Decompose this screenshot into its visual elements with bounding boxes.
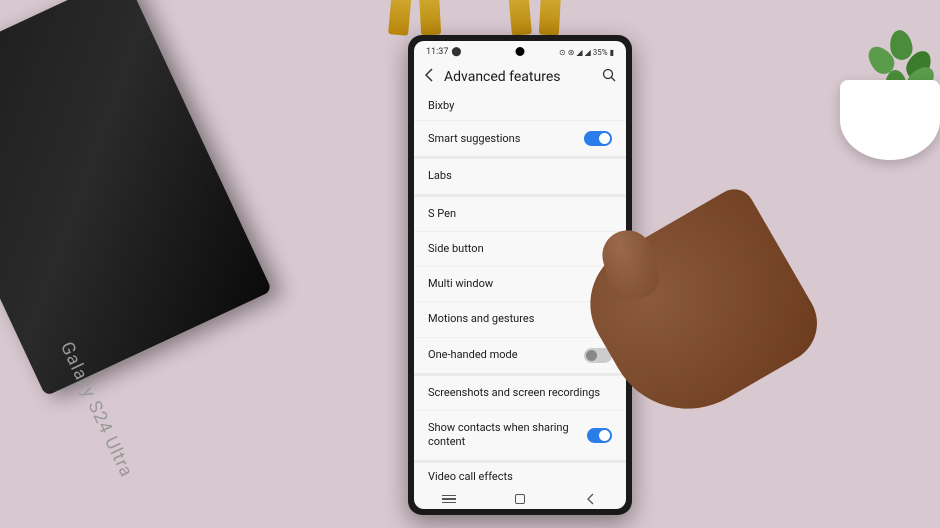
- setting-side-button[interactable]: Side button: [414, 232, 626, 267]
- audio-connector: [419, 0, 441, 35]
- signal-icon: ◢: [585, 48, 591, 57]
- navigation-bar: [414, 487, 626, 509]
- setting-smart-suggestions[interactable]: Smart suggestions: [414, 121, 626, 159]
- audio-connector: [388, 0, 412, 36]
- settings-header: Advanced features: [414, 61, 626, 92]
- setting-label: Bixby: [428, 99, 454, 113]
- audio-connector: [539, 0, 561, 35]
- search-button[interactable]: [602, 68, 616, 86]
- product-name: Galaxy S24 Ultra: [56, 339, 137, 481]
- setting-labs[interactable]: Labs: [414, 159, 626, 196]
- plant-decoration: [840, 20, 940, 160]
- setting-label: Smart suggestions: [428, 132, 520, 146]
- back-nav-button[interactable]: [582, 492, 600, 506]
- product-box: Galaxy S24 Ultra: [0, 0, 272, 396]
- back-button[interactable]: [424, 67, 434, 86]
- setting-screenshots[interactable]: Screenshots and screen recordings: [414, 376, 626, 411]
- setting-label: One-handed mode: [428, 348, 518, 362]
- battery-icon: ▮: [610, 48, 614, 57]
- home-button[interactable]: [511, 492, 529, 506]
- setting-label: Screenshots and screen recordings: [428, 386, 600, 400]
- setting-bixby[interactable]: Bixby: [414, 92, 626, 121]
- setting-s-pen[interactable]: S Pen: [414, 197, 626, 232]
- setting-label: Side button: [428, 242, 484, 256]
- page-title: Advanced features: [444, 69, 592, 85]
- setting-label: S Pen: [428, 207, 456, 221]
- signal-icon: ◢: [576, 48, 582, 57]
- setting-label: Multi window: [428, 277, 493, 291]
- smart-suggestions-toggle[interactable]: [584, 131, 612, 146]
- setting-one-handed[interactable]: One-handed mode: [414, 338, 626, 376]
- camera-hole: [516, 47, 525, 56]
- setting-show-contacts[interactable]: Show contacts when sharing content: [414, 411, 626, 463]
- recents-button[interactable]: [440, 492, 458, 506]
- wifi-icon: ⊛: [568, 48, 575, 57]
- setting-label: Labs: [428, 169, 452, 183]
- status-time: 11:37: [426, 47, 448, 57]
- setting-label: Show contacts when sharing content: [428, 421, 587, 450]
- show-contacts-toggle[interactable]: [587, 428, 612, 443]
- battery-percent: 35%: [593, 48, 608, 57]
- audio-connector: [508, 0, 532, 36]
- setting-video-call[interactable]: Video call effects: [414, 463, 626, 487]
- notification-icon: ⬤: [451, 47, 461, 57]
- bluetooth-icon: ⊙: [559, 48, 566, 57]
- setting-label: Motions and gestures: [428, 312, 534, 326]
- phone-screen: 11:37 ⬤ ⊙ ⊛ ◢ ◢ 35% ▮ Advanced features: [414, 41, 626, 509]
- setting-label: Video call effects: [428, 470, 513, 484]
